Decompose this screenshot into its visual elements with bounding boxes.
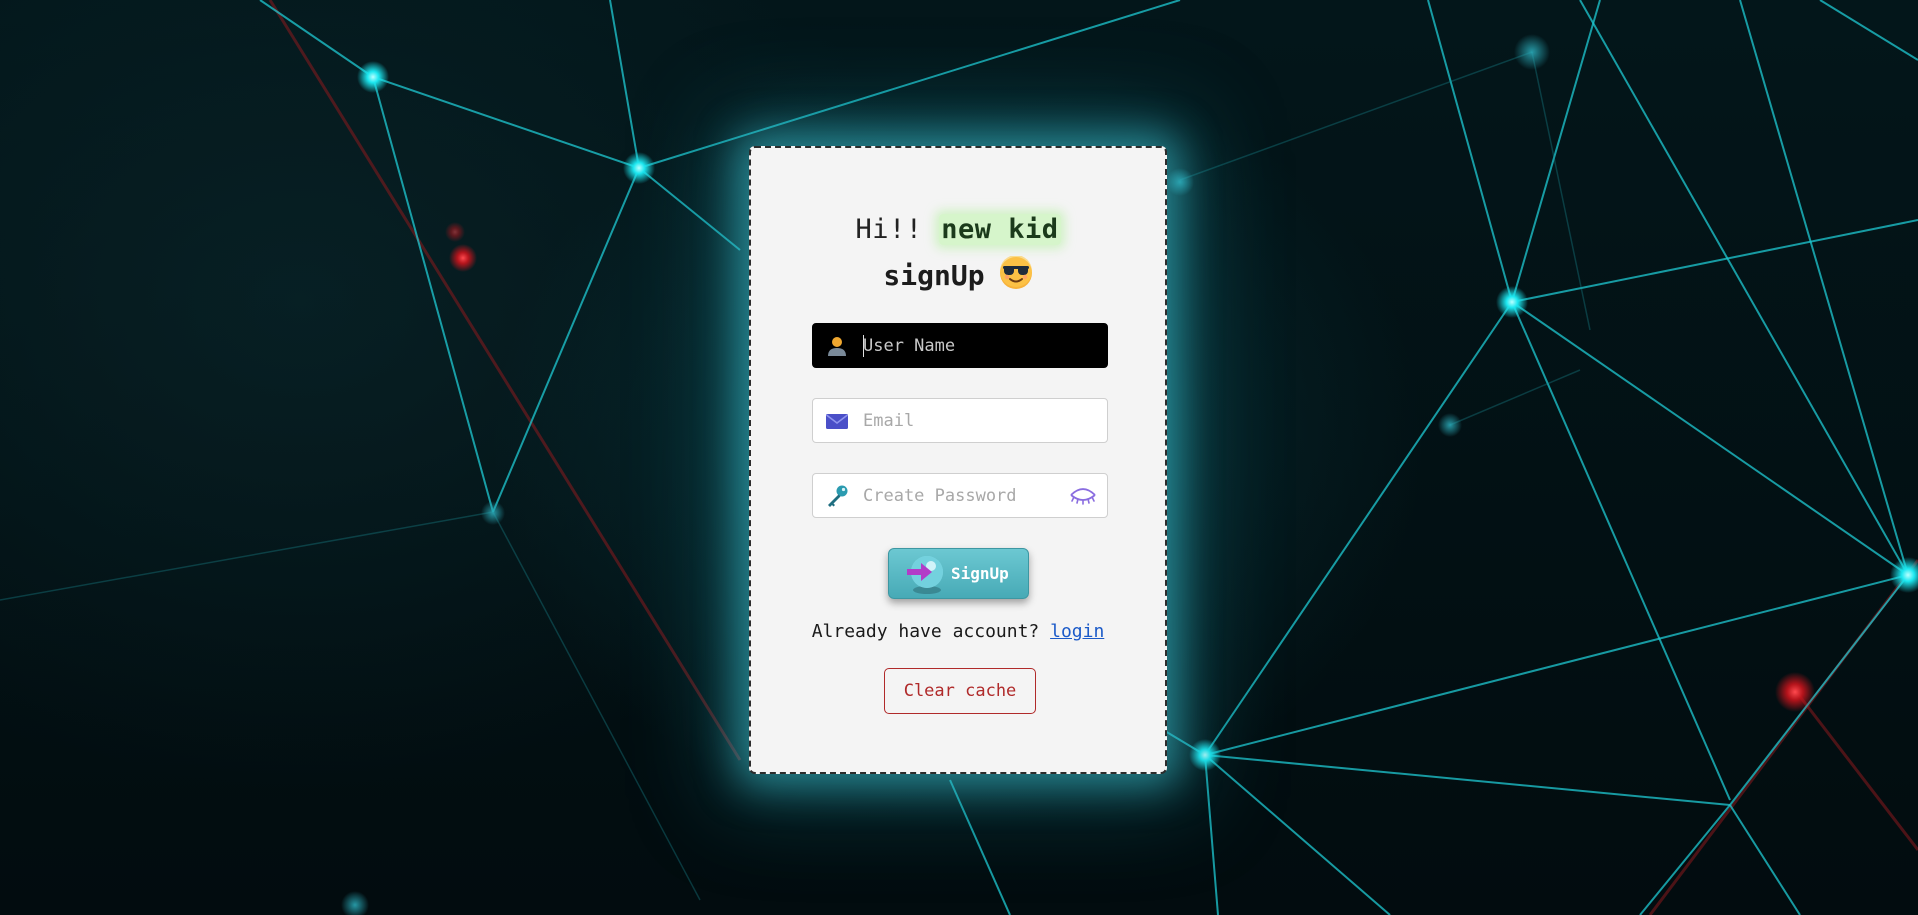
email-input[interactable] [863, 410, 1053, 431]
signup-button-label: SignUp [951, 564, 1009, 583]
login-prompt: Already have account? login [751, 621, 1165, 642]
key-icon [828, 485, 848, 507]
greeting-line: Hi!! new kid [751, 210, 1165, 250]
clear-cache-button[interactable]: Clear cache [884, 668, 1036, 714]
eye-closed-icon[interactable] [1069, 484, 1097, 508]
page-title-text: signUp [883, 259, 985, 292]
password-field [812, 473, 1108, 518]
password-input[interactable] [863, 485, 1053, 506]
username-field [812, 323, 1108, 368]
arrow-right-icon [907, 555, 943, 594]
greeting-highlight: new kid [939, 214, 1061, 245]
login-prompt-text: Already have account? [811, 621, 1051, 642]
page-title: signUp [751, 256, 1165, 296]
greeting-prefix: Hi!! [855, 214, 940, 245]
email-field [812, 398, 1108, 443]
smiling-face-with-sunglasses-icon [999, 256, 1032, 289]
envelope-icon [826, 413, 848, 429]
signup-button[interactable]: SignUp [888, 548, 1029, 599]
signup-card: Hi!! new kid signUp User Name Email Sign… [749, 146, 1167, 774]
username-input[interactable] [863, 335, 1053, 356]
user-icon [828, 336, 846, 356]
text-caret [863, 335, 864, 357]
page-background: Hi!! new kid signUp User Name Email Sign… [0, 0, 1918, 915]
login-link[interactable]: login [1050, 621, 1104, 642]
